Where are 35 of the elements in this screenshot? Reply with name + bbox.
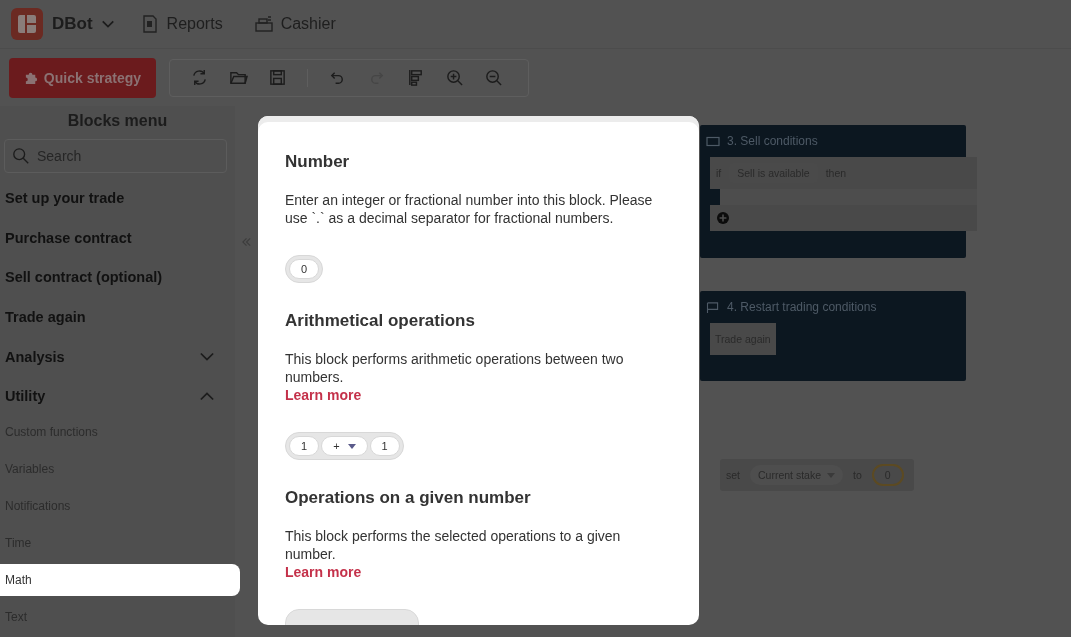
category-item[interactable]: Purchase contract [0, 217, 235, 258]
category-item[interactable]: Trade again [0, 297, 235, 337]
save-icon[interactable] [268, 68, 287, 87]
document-icon [140, 15, 159, 33]
category-item[interactable]: Sell contract (optional) [0, 257, 235, 298]
arithmetic-block[interactable]: 1 + 1 [285, 432, 404, 460]
cash-icon [706, 135, 720, 147]
number-block[interactable]: 0 [285, 255, 324, 283]
quick-strategy-button[interactable]: Quick strategy [9, 57, 156, 98]
learn-more-link[interactable]: Learn more [285, 386, 672, 404]
section-title: Operations on a given number [285, 488, 532, 508]
section-description: This block performs arithmetic operations between two numbers. [285, 350, 625, 386]
chevron-up-icon[interactable] [200, 391, 214, 402]
sort-icon[interactable] [406, 68, 425, 87]
category-item[interactable]: Utility [0, 376, 235, 417]
cash-register-icon [254, 15, 273, 33]
plus-icon[interactable] [717, 212, 729, 224]
reset-icon[interactable] [190, 68, 209, 87]
subcategory-item[interactable]: Math [0, 564, 240, 596]
dropdown-arrow-icon [347, 443, 356, 449]
puzzle-icon [23, 70, 39, 85]
category-item[interactable]: Set up your trade [0, 178, 235, 218]
section-description: This block performs the selected operations to a given number. [285, 527, 622, 563]
zoom-out-icon[interactable] [484, 68, 503, 87]
section-description: Enter an integer or fractional number into this block. Please use `.` as a decimal separator for fractional numbers. [285, 191, 654, 227]
section-title: Arithmetical operations [285, 311, 476, 331]
chevron-down-icon[interactable] [200, 351, 214, 362]
block-title: 4. Restart trading conditions [727, 300, 877, 314]
zoom-in-icon[interactable] [445, 68, 464, 87]
learn-more-link[interactable]: Learn more [285, 563, 672, 581]
category-item[interactable]: Analysis [0, 336, 235, 377]
flag-icon [706, 301, 720, 313]
app-logo[interactable] [11, 8, 43, 40]
block-title: 3. Sell conditions [727, 134, 818, 148]
section-title: Number [285, 152, 351, 172]
